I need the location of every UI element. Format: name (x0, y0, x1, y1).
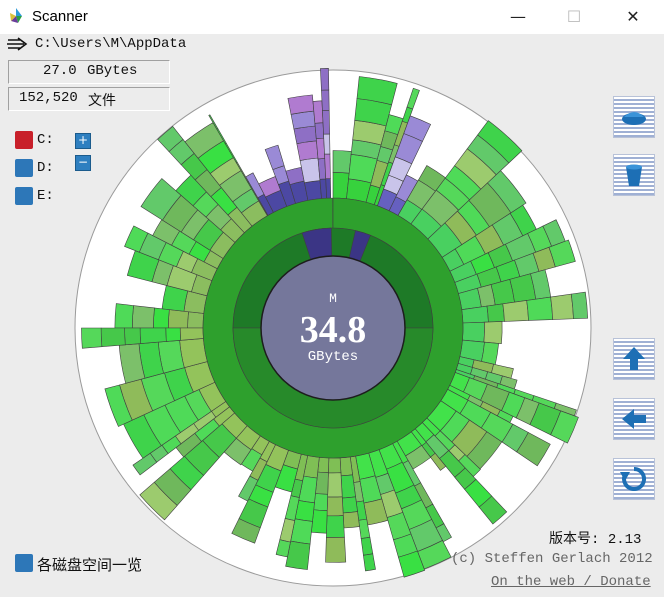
version-info: 版本号: 2.13 (549, 528, 641, 548)
sunburst-segment[interactable] (296, 140, 319, 161)
sunburst-segment[interactable] (486, 303, 505, 323)
overview-label: 各磁盘空间一览 (37, 557, 143, 574)
sunburst-segment[interactable] (131, 305, 155, 329)
sunburst-segment[interactable] (320, 68, 330, 91)
sunburst-segment[interactable] (311, 509, 328, 534)
back-arrow-icon (622, 409, 646, 429)
sunburst-segment[interactable] (187, 311, 205, 329)
sunburst-segment[interactable] (153, 307, 170, 329)
credit-text: (c) Steffen Gerlach 2012 (451, 551, 653, 567)
parent-folder-button[interactable] (613, 338, 655, 380)
refresh-icon (620, 466, 647, 491)
sunburst-segment[interactable] (570, 291, 589, 320)
sunburst-segment[interactable] (325, 178, 332, 199)
delete-button[interactable] (613, 154, 655, 196)
sunburst-segment[interactable] (526, 296, 553, 321)
sunburst-segment[interactable] (483, 321, 503, 345)
center-unit: GBytes (308, 349, 358, 365)
sunburst-segment[interactable] (326, 515, 345, 538)
sunburst-segment[interactable] (462, 321, 485, 343)
sunburst-segment[interactable] (323, 133, 331, 155)
version-label: 版本号: (549, 532, 600, 548)
sunburst-segment[interactable] (100, 327, 126, 348)
sunburst-segment[interactable] (287, 94, 315, 115)
sunburst-segment[interactable] (341, 496, 358, 514)
version-value: 2.13 (607, 532, 642, 548)
sunburst-segment[interactable] (325, 536, 347, 563)
sunburst-segment[interactable] (324, 153, 331, 179)
disks-icon (15, 554, 33, 572)
up-arrow-icon (623, 347, 645, 370)
sunburst-segment[interactable] (327, 472, 343, 498)
center-name: M (329, 291, 337, 306)
sunburst-segment[interactable] (339, 456, 353, 477)
sunburst-segment[interactable] (167, 309, 189, 329)
sunburst-segment[interactable] (321, 89, 330, 112)
trash-icon (626, 164, 642, 186)
sunburst-chart[interactable]: M 34.8GBytes (0, 0, 664, 597)
back-button[interactable] (613, 398, 655, 440)
sunburst-segment[interactable] (312, 100, 324, 124)
open-drive-button[interactable] (613, 96, 655, 138)
sunburst-segment[interactable] (328, 457, 342, 474)
sunburst-segment[interactable] (481, 341, 499, 365)
sunburst-segment[interactable] (124, 327, 142, 346)
sunburst-segment[interactable] (179, 327, 204, 341)
sunburst-segment[interactable] (114, 303, 134, 329)
sunburst-segment[interactable] (315, 137, 326, 160)
sunburst-segment[interactable] (342, 511, 360, 529)
sunburst-segment[interactable] (313, 493, 329, 511)
sunburst-segment[interactable] (317, 456, 330, 474)
sunburst-segment[interactable] (332, 150, 352, 174)
sunburst-segment[interactable] (165, 327, 182, 342)
drive-icon (622, 112, 646, 125)
sunburst-segment[interactable] (502, 300, 529, 322)
sunburst-segment[interactable] (81, 327, 103, 349)
center-value: 34.8 (300, 309, 367, 351)
sunburst-segment[interactable] (550, 293, 574, 320)
refresh-button[interactable] (613, 458, 655, 500)
web-link[interactable]: On the web / Donate (491, 574, 651, 590)
sunburst-segment[interactable] (314, 122, 325, 139)
sunburst-segment[interactable] (322, 110, 330, 135)
sunburst-segment[interactable] (139, 327, 167, 344)
sunburst-segment[interactable] (326, 496, 344, 517)
